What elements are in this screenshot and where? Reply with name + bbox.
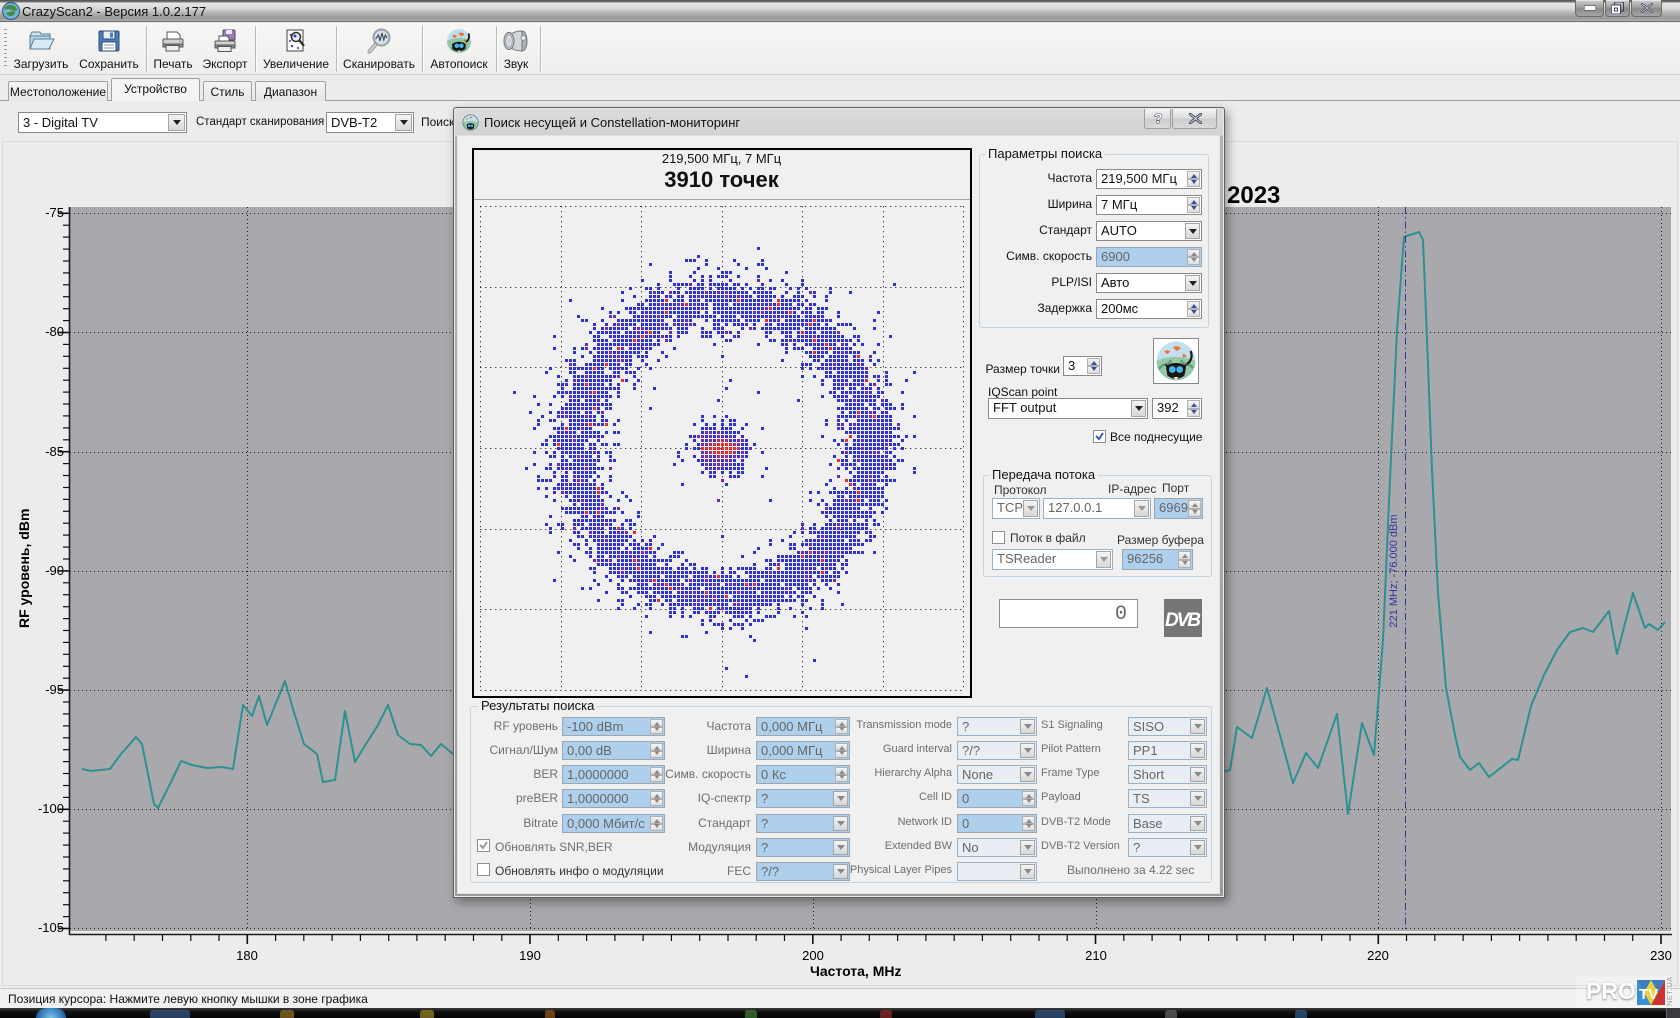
svg-text:221 MHz; -76.000 dBm: 221 MHz; -76.000 dBm <box>1388 514 1400 627</box>
svg-text:DVB: DVB <box>1165 610 1201 631</box>
svg-text:TV: TV <box>1639 986 1658 1003</box>
